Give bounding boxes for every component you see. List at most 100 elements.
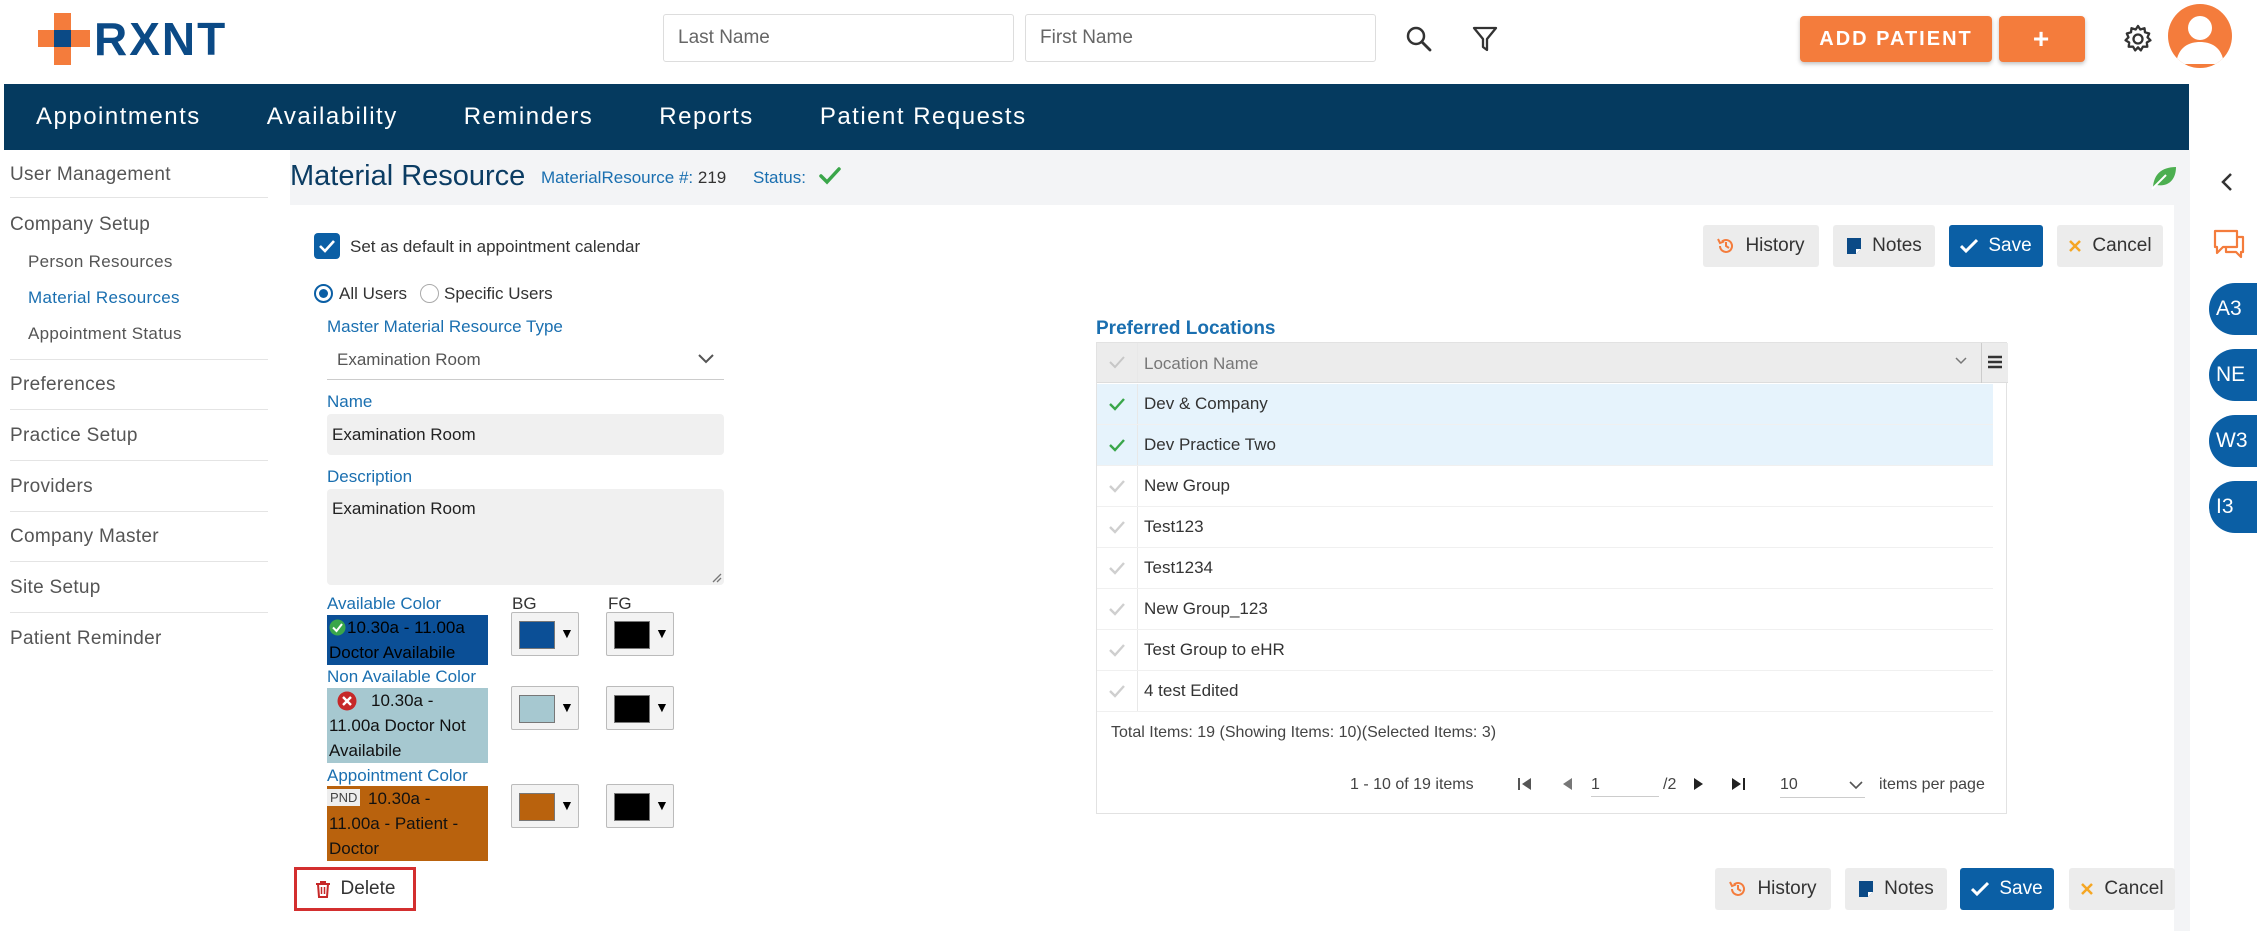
sidebar-item-company-master[interactable]: Company Master (10, 526, 159, 548)
cancel-button-top[interactable]: Cancel (2057, 225, 2163, 267)
leaf-icon[interactable] (2150, 164, 2178, 190)
sidebar-item-company-setup[interactable]: Company Setup (10, 214, 150, 236)
next-page-icon[interactable] (1692, 776, 1706, 792)
location-row[interactable]: Test123 (1097, 507, 1993, 548)
row-unchecked-icon[interactable] (1107, 640, 1127, 660)
sidebar-item-providers[interactable]: Providers (10, 476, 93, 498)
page-number-input[interactable]: 1 (1591, 776, 1659, 797)
cancel-label: Cancel (2092, 235, 2152, 256)
nav-appointments[interactable]: Appointments (36, 103, 201, 131)
last-name-input[interactable] (663, 14, 1014, 62)
appointment-bg-picker[interactable]: ▼ (511, 784, 579, 828)
location-row[interactable]: Dev Practice Two (1097, 425, 1993, 466)
collapse-chevron-left-icon[interactable] (2220, 172, 2234, 192)
nav-reminders[interactable]: Reminders (464, 103, 594, 131)
right-rail-bubble-w3[interactable]: W3 (2209, 415, 2257, 467)
all-users-radio[interactable] (314, 284, 333, 303)
rxnt-logo[interactable]: RXNT (38, 12, 227, 66)
sidebar-item-site-setup[interactable]: Site Setup (10, 577, 101, 599)
error-x-circle-icon (337, 691, 357, 711)
row-unchecked-icon[interactable] (1107, 681, 1127, 701)
notes-button-top[interactable]: Notes (1833, 225, 1935, 267)
row-unchecked-icon[interactable] (1107, 476, 1127, 496)
location-name-header[interactable]: Location Name (1144, 354, 1258, 374)
row-checked-icon[interactable] (1107, 394, 1127, 414)
add-patient-button[interactable]: ADD PATIENT (1800, 16, 1992, 62)
history-icon (1729, 881, 1746, 896)
available-bg-picker[interactable]: ▼ (511, 612, 579, 656)
delete-button[interactable]: Delete (294, 867, 416, 911)
description-textarea[interactable]: Examination Room (327, 489, 724, 585)
grid-summary: Total Items: 19 (Showing Items: 10)(Sele… (1111, 724, 1497, 741)
location-row[interactable]: New Group (1097, 466, 1993, 507)
settings-gear-icon[interactable] (2121, 22, 2155, 56)
nav-patient-requests[interactable]: Patient Requests (820, 103, 1027, 131)
non-available-fg-picker[interactable]: ▼ (606, 686, 674, 730)
specific-users-label: Specific Users (444, 284, 553, 303)
filter-icon[interactable] (1468, 22, 1502, 56)
sidebar-item-appointment-status[interactable]: Appointment Status (28, 324, 182, 344)
nav-reports[interactable]: Reports (659, 103, 754, 131)
location-row[interactable]: New Group_123 (1097, 589, 1993, 630)
location-row[interactable]: Test1234 (1097, 548, 1993, 589)
resize-handle-icon[interactable] (710, 571, 722, 583)
master-type-select[interactable]: Examination Room (327, 340, 724, 380)
sidebar-item-patient-reminder[interactable]: Patient Reminder (10, 628, 162, 650)
dropdown-arrow-icon: ▼ (560, 797, 574, 813)
master-type-value: Examination Room (337, 349, 481, 369)
column-menu-icon[interactable] (1987, 355, 2003, 369)
sidebar-item-practice-setup[interactable]: Practice Setup (10, 425, 138, 447)
location-row[interactable]: 4 test Edited (1097, 671, 1993, 712)
resource-id-value: 219 (697, 168, 727, 187)
available-color-preview: 10.30a - 11.00a Doctor Availabile (327, 615, 488, 665)
save-button-top[interactable]: Save (1949, 225, 2043, 267)
locations-grid: Location Name Dev & Company Dev Practice … (1096, 342, 2008, 814)
history-label: History (1757, 878, 1817, 899)
sidebar-item-preferences[interactable]: Preferences (10, 374, 116, 396)
right-rail-bubble-a3[interactable]: A3 (2209, 283, 2257, 335)
save-button-bottom[interactable]: Save (1960, 868, 2054, 910)
notes-button-bottom[interactable]: Notes (1845, 868, 1947, 910)
chevron-down-icon (1849, 781, 1863, 790)
column-chevron-down-icon[interactable] (1955, 357, 1967, 365)
row-unchecked-icon[interactable] (1107, 558, 1127, 578)
search-icon[interactable] (1402, 22, 1436, 56)
select-all-check-icon[interactable] (1109, 355, 1125, 369)
user-avatar[interactable] (2168, 4, 2232, 68)
row-checked-icon[interactable] (1107, 435, 1127, 455)
location-row[interactable]: Dev & Company (1097, 384, 1993, 425)
right-rail-bubble-i3[interactable]: I3 (2209, 481, 2257, 533)
add-plus-button[interactable]: + (1999, 16, 2085, 62)
available-bg-chip (519, 621, 555, 649)
last-page-icon[interactable] (1730, 776, 1746, 792)
default-calendar-label: Set as default in appointment calendar (350, 237, 641, 256)
default-calendar-checkbox[interactable] (314, 233, 340, 259)
cancel-button-bottom[interactable]: Cancel (2069, 868, 2175, 910)
history-button-top[interactable]: History (1703, 225, 1819, 267)
first-name-input[interactable] (1025, 14, 1376, 62)
notes-label: Notes (1884, 878, 1934, 899)
row-unchecked-icon[interactable] (1107, 599, 1127, 619)
location-row[interactable]: Test Group to eHR (1097, 630, 1993, 671)
row-unchecked-icon[interactable] (1107, 517, 1127, 537)
non-available-bg-picker[interactable]: ▼ (511, 686, 579, 730)
nav-availability[interactable]: Availability (267, 103, 398, 131)
first-page-icon[interactable] (1517, 776, 1533, 792)
sidebar-item-person-resources[interactable]: Person Resources (28, 252, 173, 272)
grid-header: Location Name (1097, 343, 2008, 383)
location-name: Test Group to eHR (1144, 640, 1285, 659)
specific-users-radio[interactable] (420, 284, 439, 303)
trash-icon (315, 881, 330, 898)
page-size-select[interactable]: 10 (1780, 772, 1865, 798)
available-fg-picker[interactable]: ▼ (606, 612, 674, 656)
right-rail-bubble-ne[interactable]: NE (2209, 349, 2257, 401)
appointment-fg-picker[interactable]: ▼ (606, 784, 674, 828)
sidebar-item-material-resources[interactable]: Material Resources (28, 288, 180, 308)
prev-page-icon[interactable] (1560, 776, 1574, 792)
name-input[interactable]: Examination Room (327, 414, 724, 455)
history-button-bottom[interactable]: History (1715, 868, 1831, 910)
sidebar-item-user-management[interactable]: User Management (10, 164, 171, 186)
history-icon (1717, 238, 1734, 253)
chat-bubbles-icon[interactable] (2212, 228, 2246, 260)
save-label: Save (1988, 235, 2032, 256)
